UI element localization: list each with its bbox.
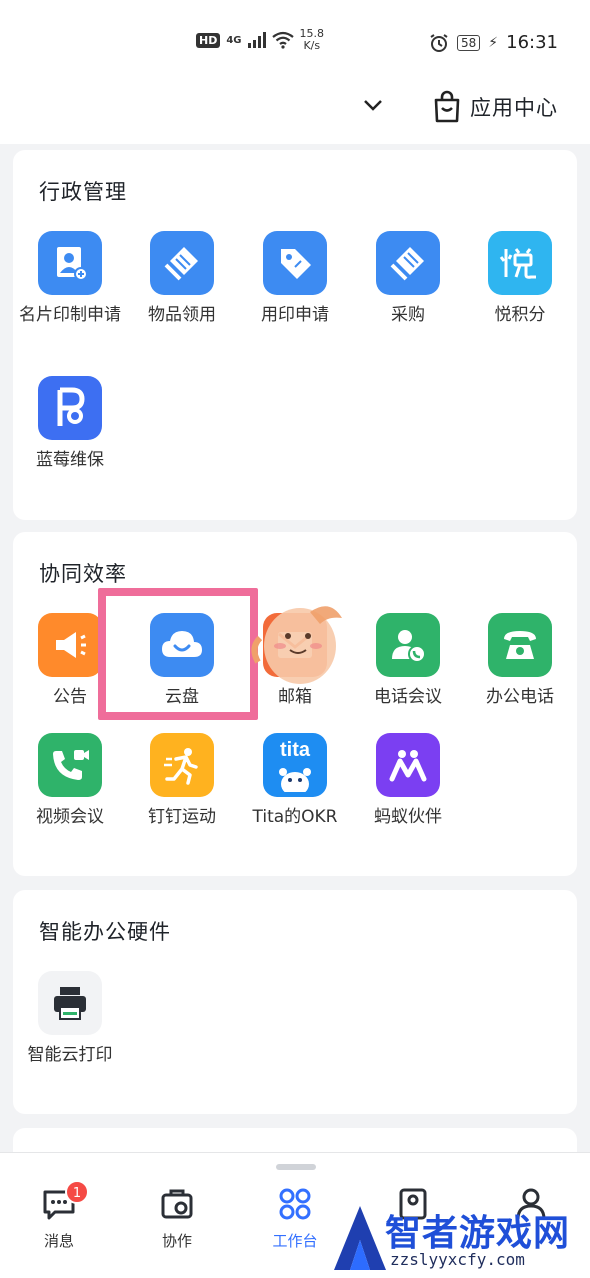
app-center-button[interactable]: 应用中心 [432,90,558,124]
points-icon [488,231,552,295]
app-cloud-print[interactable]: 智能云打印 [14,971,126,1067]
highlight-box [98,588,258,720]
clock: 16:31 [506,32,558,53]
printer-icon [38,971,102,1035]
section-title: 行政管理 [39,180,127,204]
drag-handle[interactable] [276,1164,316,1170]
shopping-bag-icon [434,90,460,123]
app-blueberry[interactable]: 蓝莓维保 [14,376,126,472]
business-card-icon [38,231,102,295]
app-running[interactable]: 钉钉运动 [126,733,238,829]
app-ant-partner[interactable]: 蚂蚁伙伴 [352,733,464,829]
alarm-icon [430,33,448,52]
purchase-icon [376,231,440,295]
watermark-url: zzslyyxcfy.com [390,1250,525,1269]
app-label: 钉钉运动 [148,807,216,827]
app-label: 电话会议 [374,687,442,707]
battery-icon: 58 [457,34,481,51]
app-label: 采购 [391,305,425,325]
app-label: 智能云打印 [27,1045,113,1065]
running-icon [150,733,214,797]
signal-icon [247,32,266,48]
app-label: 视频会议 [36,807,104,827]
app-label: 名片印制申请 [19,305,121,325]
speed-unit: K/s [303,39,321,52]
section-title: 协同效率 [39,562,127,586]
tab-label: 工作台 [272,1232,318,1250]
app-label: 蓝莓维保 [36,450,104,470]
desk-phone-icon [488,613,552,677]
app-business-card[interactable]: 名片印制申请 [14,231,126,327]
tab-messages[interactable]: 1 消息 [19,1180,99,1251]
tag-icon [263,231,327,295]
status-left: HD 4G 15.8 K/s [196,28,324,52]
tita-logo-text: tita [280,739,310,761]
tab-label: 协作 [161,1232,192,1250]
app-label: Tita的OKR [252,807,338,827]
app-items[interactable]: 物品领用 [126,231,238,327]
app-label: 蚂蚁伙伴 [374,807,442,827]
status-bar: HD 4G 15.8 K/s 58 ⚡ 16:31 [0,0,590,78]
app-video-conference[interactable]: 视频会议 [14,733,126,829]
unread-badge: 1 [65,1180,89,1204]
app-phone-conference[interactable]: 电话会议 [352,613,464,709]
tita-icon: tita [263,733,327,797]
megaphone-icon [38,613,102,677]
video-call-icon [38,733,102,797]
blueberry-icon [38,376,102,440]
chevron-down-icon[interactable] [362,94,384,116]
mascot-sticker [251,606,342,684]
status-right: 58 ⚡ 16:31 [429,32,558,53]
tab-collaboration[interactable]: 协作 [137,1186,217,1251]
items-icon [150,231,214,295]
phone-conference-icon [376,613,440,677]
workbench-icon [279,1188,311,1220]
tab-workbench[interactable]: 工作台 [255,1186,335,1251]
app-seal[interactable]: 用印申请 [239,231,351,327]
app-label: 物品领用 [148,305,216,325]
app-desk-phone[interactable]: 办公电话 [464,613,576,709]
tab-label: 消息 [43,1232,74,1250]
network-speed: 15.8 K/s [300,28,325,52]
section-title: 智能办公硬件 [39,920,171,944]
ant-partner-icon [376,733,440,797]
app-label: 悦积分 [494,305,546,325]
network-type: 4G [226,34,242,46]
watermark-logo [334,1206,386,1270]
app-center-label: 应用中心 [470,96,558,120]
watermark-title: 智者游戏网 [385,1213,571,1254]
wifi-icon [271,31,294,49]
charging-icon: ⚡ [488,34,499,51]
collaboration-icon [161,1189,193,1219]
app-label: 办公电话 [486,687,554,707]
app-purchase[interactable]: 采购 [352,231,464,327]
app-points[interactable]: 悦积分 [464,231,576,327]
app-label: 用印申请 [261,305,329,325]
app-tita-okr[interactable]: tita Tita的OKR [239,733,351,829]
hd-indicator: HD [196,32,221,48]
top-nav: 应用中心 [0,78,590,144]
watermark: 智者游戏网 zzslyyxcfy.com [330,1200,590,1278]
